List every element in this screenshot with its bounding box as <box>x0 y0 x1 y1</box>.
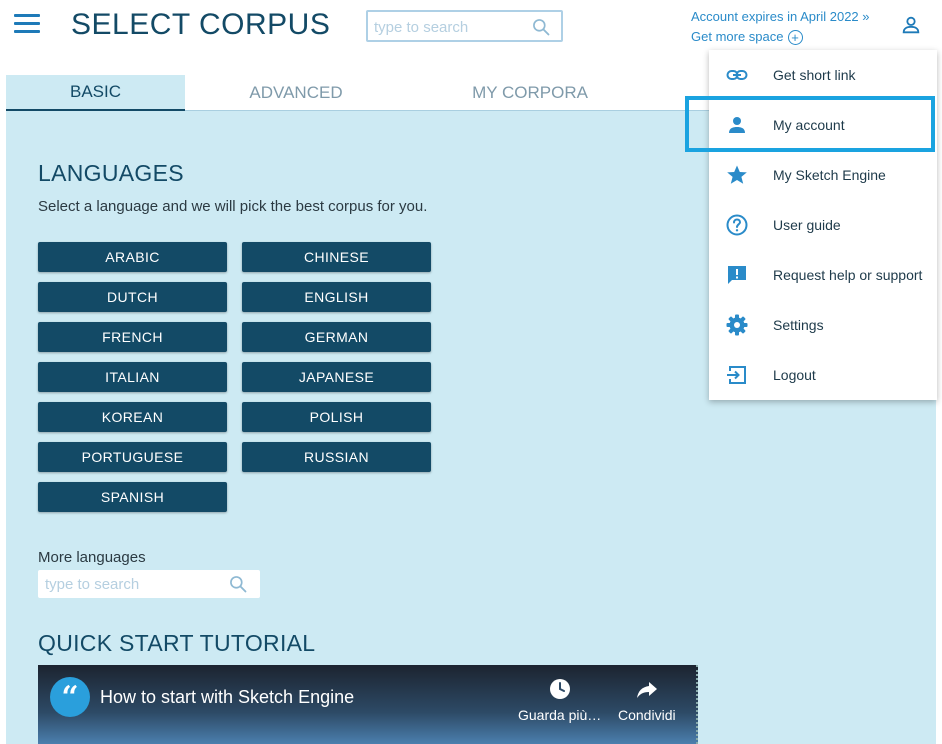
tab-my-corpora[interactable]: MY CORPORA <box>407 75 653 111</box>
menu-item-label: Settings <box>773 317 824 333</box>
more-languages-search-box[interactable] <box>38 570 260 598</box>
tutorial-title: QUICK START TUTORIAL <box>38 630 316 656</box>
watch-later-label: Guarda più… <box>518 707 602 723</box>
search-icon[interactable] <box>531 17 551 37</box>
menu-item-get-short-link[interactable]: Get short link <box>709 50 937 100</box>
user-account-icon[interactable] <box>900 14 922 36</box>
corpus-search-box[interactable] <box>366 10 563 42</box>
share-label: Condividi <box>618 707 676 723</box>
language-button-italian[interactable]: ITALIAN <box>38 362 227 392</box>
menu-item-request-help[interactable]: Request help or support <box>709 250 937 300</box>
language-button-russian[interactable]: RUSSIAN <box>242 442 431 472</box>
help-circle-icon <box>725 213 749 237</box>
menu-item-my-sketch-engine[interactable]: My Sketch Engine <box>709 150 937 200</box>
tab-advanced[interactable]: ADVANCED <box>185 75 407 111</box>
menu-item-label: Request help or support <box>773 267 923 283</box>
channel-logo-icon[interactable]: “ <box>50 677 90 717</box>
language-button-spanish[interactable]: SPANISH <box>38 482 227 512</box>
plus-circle-icon: + <box>787 29 803 45</box>
more-languages-search-input[interactable] <box>45 574 215 594</box>
person-icon <box>725 113 749 137</box>
clock-icon <box>549 679 570 699</box>
language-button-dutch[interactable]: DUTCH <box>38 282 227 312</box>
language-button-french[interactable]: FRENCH <box>38 322 227 352</box>
menu-item-label: User guide <box>773 217 841 233</box>
languages-subtitle: Select a language and we will pick the b… <box>38 198 428 215</box>
link-icon <box>725 63 749 87</box>
language-button-polish[interactable]: POLISH <box>242 402 431 432</box>
account-expiry-link[interactable]: Account expires in April 2022 » <box>691 7 870 27</box>
menu-item-my-account[interactable]: My account <box>709 100 937 150</box>
language-button-korean[interactable]: KOREAN <box>38 402 227 432</box>
logout-icon <box>725 363 749 387</box>
corpus-search-input[interactable] <box>374 16 524 38</box>
star-icon <box>725 163 749 187</box>
language-button-english[interactable]: ENGLISH <box>242 282 431 312</box>
feedback-icon <box>725 263 749 287</box>
hamburger-menu-icon[interactable] <box>14 14 40 34</box>
watch-later-button[interactable]: Guarda più… <box>518 677 601 723</box>
language-button-german[interactable]: GERMAN <box>242 322 431 352</box>
get-more-space-label: Get more space <box>691 29 784 44</box>
tutorial-video-player[interactable]: “ How to start with Sketch Engine Guarda… <box>38 665 698 744</box>
account-info: Account expires in April 2022 » Get more… <box>691 7 870 47</box>
menu-item-user-guide[interactable]: User guide <box>709 200 937 250</box>
tab-basic[interactable]: BASIC <box>6 75 185 111</box>
video-title[interactable]: How to start with Sketch Engine <box>100 687 354 708</box>
page-title: SELECT CORPUS <box>71 8 331 41</box>
menu-item-label: My Sketch Engine <box>773 167 886 183</box>
menu-item-label: Logout <box>773 367 816 383</box>
menu-item-label: My account <box>773 117 845 133</box>
gear-icon <box>725 313 749 337</box>
share-button[interactable]: Condividi <box>618 677 676 723</box>
language-button-japanese[interactable]: JAPANESE <box>242 362 431 392</box>
more-languages-label: More languages <box>38 549 146 566</box>
language-button-portuguese[interactable]: PORTUGUESE <box>38 442 227 472</box>
search-icon[interactable] <box>228 574 248 594</box>
language-button-arabic[interactable]: ARABIC <box>38 242 227 272</box>
menu-item-logout[interactable]: Logout <box>709 350 937 400</box>
language-button-chinese[interactable]: CHINESE <box>242 242 431 272</box>
user-dropdown-menu: Get short link My account My Sketch Engi… <box>709 50 937 400</box>
languages-title: LANGUAGES <box>38 160 184 186</box>
menu-item-settings[interactable]: Settings <box>709 300 937 350</box>
get-more-space-link[interactable]: Get more space + <box>691 27 870 47</box>
share-arrow-icon <box>636 682 657 698</box>
menu-item-label: Get short link <box>773 67 856 83</box>
